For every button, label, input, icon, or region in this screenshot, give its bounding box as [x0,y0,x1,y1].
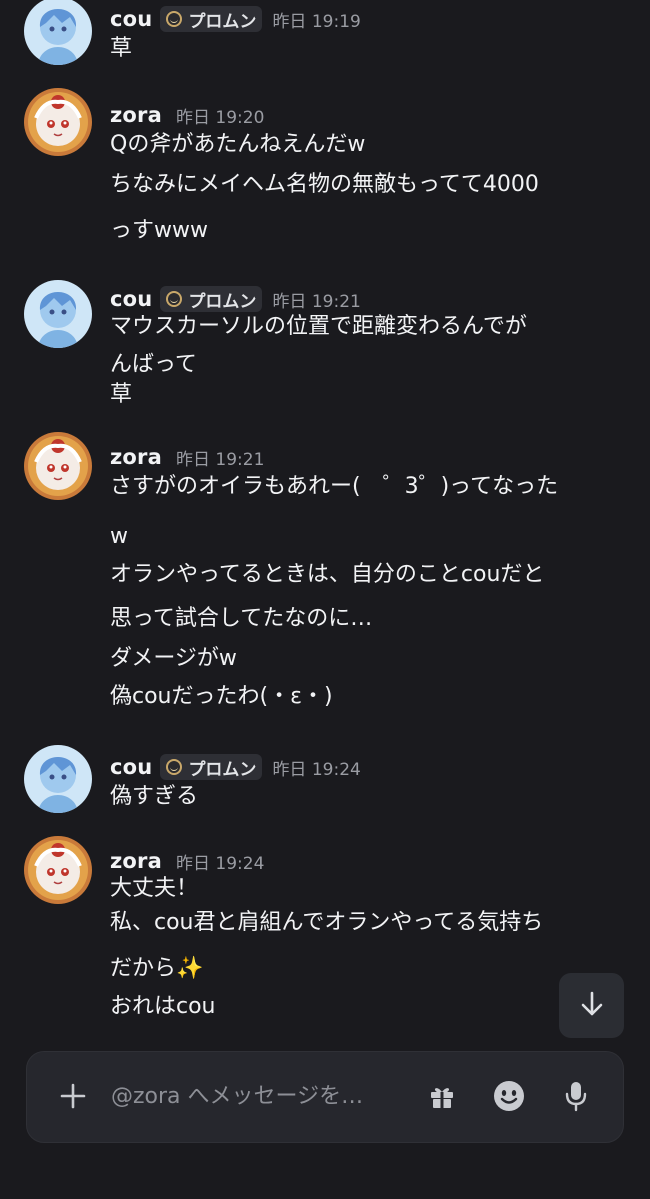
username[interactable]: cou [110,755,152,779]
guild-tag[interactable]: プロムン [160,754,263,780]
message-line: ちなみにメイヘム名物の無敵もってて4000 [110,172,539,197]
message-line: ダメージがw [110,646,237,671]
message-line: さすがのオイラもあれー( ゜3゜)ってなった [110,474,559,499]
add-attachment-button[interactable] [55,1080,91,1116]
username[interactable]: cou [110,287,152,311]
jump-to-present-button[interactable] [559,973,624,1038]
guild-tag[interactable]: プロムン [160,286,263,312]
guild-tag[interactable]: プロムン [160,6,263,32]
gift-icon [427,1081,457,1115]
message-header: cou プロムン 昨日 19:24 [110,752,361,782]
username[interactable]: zora [110,103,162,127]
message-composer: @zora へメッセージを… [26,1051,624,1143]
arrow-down-icon [577,989,607,1023]
message-header: zora 昨日 19:24 [110,846,264,876]
message-line: おれはcou [110,994,216,1019]
message-line: っすwww [110,218,208,243]
message-line: んばって [110,352,197,377]
timestamp: 昨日 19:20 [175,107,265,128]
timestamp: 昨日 19:21 [175,449,265,470]
message-header: zora 昨日 19:20 [110,100,264,130]
guild-tag-label: プロムン [188,759,257,780]
username[interactable]: cou [110,7,152,31]
microphone-icon [563,1080,589,1116]
guild-tag-label: プロムン [188,291,257,312]
message-line: w [110,524,128,549]
moon-badge-icon [165,758,183,776]
avatar[interactable] [24,0,92,65]
message-line: 私、cou君と肩組んでオランやってる気持ち [110,910,544,935]
voice-message-button[interactable] [559,1080,593,1116]
message-line: 偽couだったわ(・ε・) [110,684,333,709]
avatar[interactable] [24,836,92,904]
message-line: オランやってるときは、自分のことcouだと [110,562,545,587]
emoji-button[interactable] [491,1080,527,1116]
moon-badge-icon [165,290,183,308]
message-line: Qの斧があたんねえんだw [110,132,366,157]
username[interactable]: zora [110,849,162,873]
avatar[interactable] [24,280,92,348]
timestamp: 昨日 19:24 [175,853,265,874]
plus-icon [59,1082,87,1114]
avatar[interactable] [24,432,92,500]
gift-button[interactable] [425,1080,459,1116]
emoji-icon [493,1080,525,1116]
message-input[interactable]: @zora へメッセージを… [111,1082,363,1112]
message-line: 偽すぎる [110,784,199,809]
moon-badge-icon [165,10,183,28]
message-header: cou プロムン 昨日 19:19 [110,4,361,34]
message-header: cou プロムン 昨日 19:21 [110,284,361,314]
guild-tag-label: プロムン [188,11,257,32]
message-header: zora 昨日 19:21 [110,442,264,472]
message-line: マウスカーソルの位置で距離変わるんでが [110,314,527,339]
username[interactable]: zora [110,445,162,469]
timestamp: 昨日 19:21 [272,291,361,312]
message-line: 大丈夫！ [110,876,199,901]
message-line: 草 [110,382,133,407]
timestamp: 昨日 19:24 [272,759,361,780]
message-line: だから✨ [110,956,204,981]
message-line: 思って試合してたなのに… [110,606,373,631]
avatar[interactable] [24,88,92,156]
avatar[interactable] [24,745,92,813]
timestamp: 昨日 19:19 [272,11,361,32]
message-line: 草 [110,36,133,61]
